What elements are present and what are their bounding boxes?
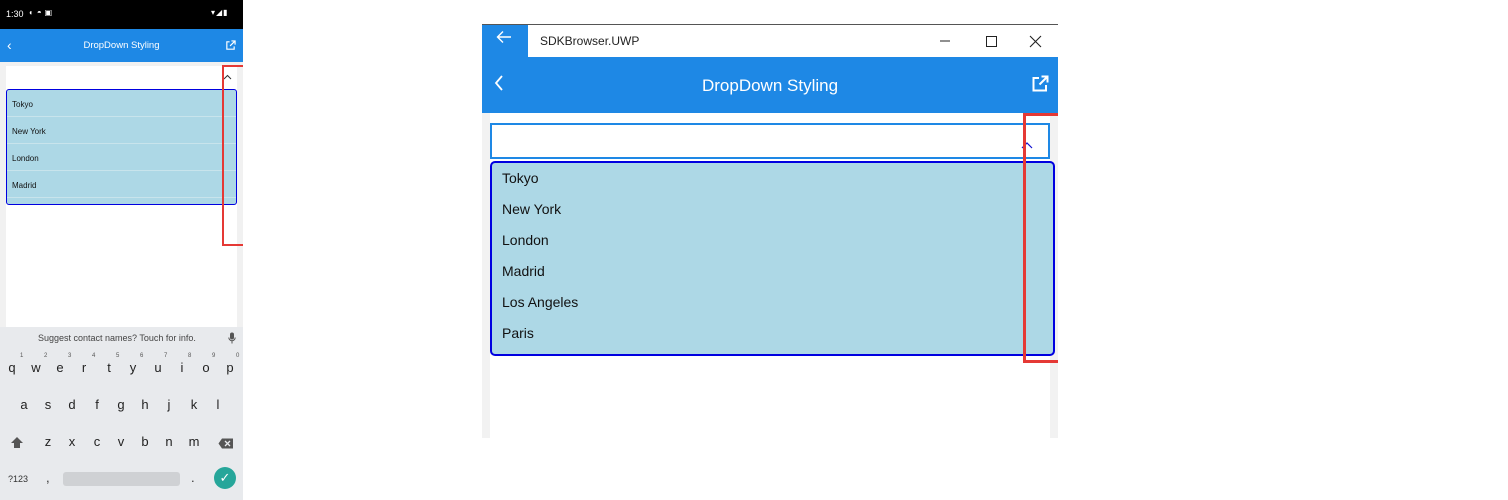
key-q[interactable]: q [4,360,20,375]
key-hint: 6 [140,353,144,359]
key-hint: 1 [20,353,24,359]
minimize-icon [940,40,950,42]
arrow-left-icon [496,30,512,49]
key-g[interactable]: g [113,397,129,412]
key-hint: 3 [68,353,72,359]
dropdown-item-tokyo[interactable]: Tokyo [502,170,539,186]
key-k[interactable]: k [186,397,202,412]
symbols-key[interactable]: ?123 [8,474,28,484]
key-b[interactable]: b [137,434,153,449]
key-e[interactable]: e [52,360,68,375]
key-w[interactable]: w [28,360,44,375]
window-title: SDKBrowser.UWP [540,34,640,48]
dropdown-item-london[interactable]: London [7,144,236,171]
maximize-icon [986,36,997,47]
key-x[interactable]: x [64,434,80,449]
key-hint: 9 [212,353,216,359]
key-r[interactable]: r [76,360,92,375]
key-o[interactable]: o [198,360,214,375]
app-bar: DropDown Styling [482,57,1058,113]
dropdown-item-madrid[interactable]: Madrid [7,171,236,198]
close-icon [1029,35,1042,48]
key-h[interactable]: h [137,397,153,412]
key-c[interactable]: c [89,434,105,449]
dropdown-item-london[interactable]: London [502,232,549,248]
check-icon[interactable]: ✓ [214,467,236,489]
key-m[interactable]: m [186,434,202,449]
window-title-bar: SDKBrowser.UWP [482,25,1058,57]
dropdown-item-los-angeles[interactable]: Los Angeles [502,294,578,310]
external-link-icon[interactable] [225,38,236,56]
app-bar: ‹ DropDown Styling [0,29,243,62]
key-hint: 4 [92,353,96,359]
dropdown-item-new-york[interactable]: New York [502,201,561,217]
key-hint: 5 [116,353,120,359]
backspace-icon[interactable] [218,436,234,454]
key-u[interactable]: u [150,360,166,375]
key-s[interactable]: s [40,397,56,412]
notification-icons: ◐◓▣ [29,8,56,17]
page-title: DropDown Styling [83,40,160,51]
dropdown-item-tokyo[interactable]: Tokyo [7,90,236,117]
key-p[interactable]: p [222,360,238,375]
status-bar: 1:30 ◐◓▣ ▾◢▮ [0,0,243,29]
page-title: DropDown Styling [701,76,839,95]
space-key[interactable] [63,472,180,486]
signal-battery-icons: ▾◢▮ [211,8,229,17]
comma-key[interactable]: , [46,470,50,485]
minimize-button[interactable] [922,25,968,57]
dropdown-popup: Tokyo New York London Madrid Los Angeles… [490,161,1055,356]
maximize-button[interactable] [968,25,1014,57]
dropdown-item-madrid[interactable]: Madrid [502,263,545,279]
mic-icon[interactable] [228,331,236,349]
dropdown-popup: Tokyo New York London Madrid [6,89,237,205]
dropdown-item-paris[interactable]: Paris [502,325,534,341]
key-hint: 0 [236,353,240,359]
close-button[interactable] [1012,25,1058,57]
window-back-button[interactable] [482,25,528,57]
android-device: 1:30 ◐◓▣ ▾◢▮ ‹ DropDown Styling Tokyo Ne… [0,0,243,500]
period-key[interactable]: . [191,470,195,485]
key-hint: 7 [164,353,168,359]
highlight-box [1023,113,1058,363]
key-i[interactable]: i [174,360,190,375]
key-hint: 8 [188,353,192,359]
key-a[interactable]: a [16,397,32,412]
dropdown-item-new-york[interactable]: New York [7,117,236,144]
key-f[interactable]: f [89,397,105,412]
key-y[interactable]: y [125,360,141,375]
key-n[interactable]: n [161,434,177,449]
status-time: 1:30 [6,9,24,19]
key-l[interactable]: l [210,397,226,412]
external-link-icon[interactable] [1031,75,1049,98]
key-z[interactable]: z [40,434,56,449]
shift-icon[interactable] [10,436,24,455]
key-t[interactable]: t [101,360,117,375]
keyboard-suggestion[interactable]: Suggest contact names? Touch for info. [38,333,196,343]
uwp-window: SDKBrowser.UWP DropDown Styling Tokyo Ne… [482,24,1058,438]
key-j[interactable]: j [161,397,177,412]
dropdown-input[interactable] [490,123,1050,159]
key-v[interactable]: v [113,434,129,449]
key-hint: 2 [44,353,48,359]
highlight-box [222,65,243,246]
key-d[interactable]: d [64,397,80,412]
dropdown-input[interactable] [6,68,237,88]
